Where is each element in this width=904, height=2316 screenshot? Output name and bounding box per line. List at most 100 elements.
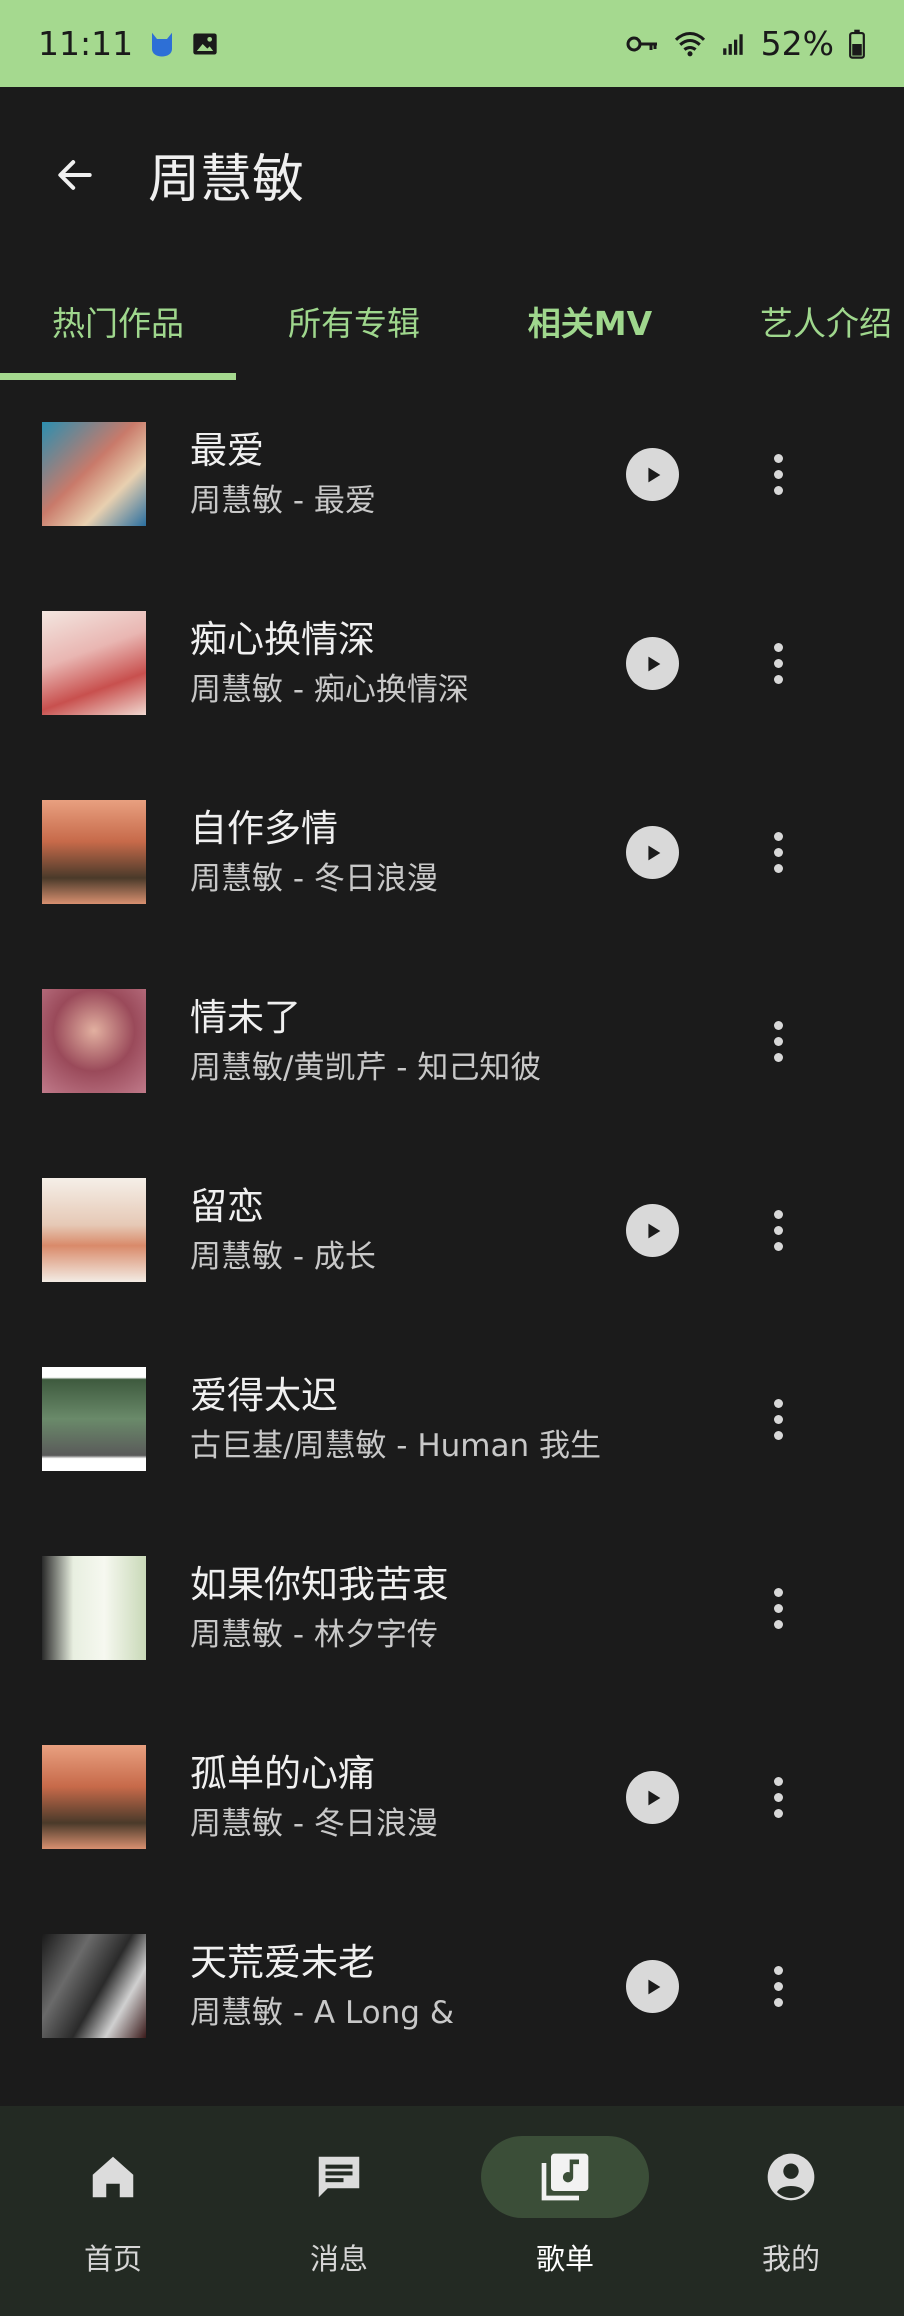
- nav-profile[interactable]: 我的: [678, 2106, 904, 2316]
- song-subtitle: 周慧敏 - 痴心换情深: [190, 672, 469, 708]
- play-button[interactable]: [626, 826, 679, 879]
- song-subtitle: 周慧敏 - 冬日浪漫: [190, 1806, 438, 1842]
- play-button[interactable]: [626, 1960, 679, 2013]
- song-title: 情未了: [190, 996, 301, 1039]
- song-title: 天荒爱未老: [190, 1941, 375, 1984]
- album-cover: [42, 422, 146, 526]
- tab-all-albums[interactable]: 所有专辑: [236, 262, 472, 380]
- song-texts: 孤单的心痛 周慧敏 - 冬日浪漫: [190, 1751, 660, 1845]
- nav-icon-container: [29, 2136, 197, 2218]
- arrow-left-icon: [58, 159, 92, 190]
- play-button[interactable]: [626, 637, 679, 690]
- tab-label: 热门作品: [52, 304, 184, 343]
- song-row[interactable]: 痴心换情深 周慧敏 - 痴心换情深: [0, 569, 904, 758]
- wifi-icon: [674, 31, 705, 56]
- album-cover: [42, 1178, 146, 1282]
- battery-percent: 52%: [760, 24, 834, 63]
- play-icon: [647, 467, 660, 482]
- song-row[interactable]: 如果你知我苦衷 周慧敏 - 林夕字传: [0, 1514, 904, 1703]
- song-row[interactable]: 自作多情 周慧敏 - 冬日浪漫: [0, 758, 904, 947]
- song-row[interactable]: 天荒爱未老 周慧敏 - A Long &: [0, 1892, 904, 2081]
- nav-label: 我的: [761, 2242, 820, 2276]
- song-list: 最爱 周慧敏 - 最爱 痴心换情深 周慧敏 - 痴心换情深 自作多情 周慧敏 -…: [0, 380, 904, 2081]
- tab-hot-works[interactable]: 热门作品: [0, 262, 236, 380]
- song-row[interactable]: 孤单的心痛 周慧敏 - 冬日浪漫: [0, 1703, 904, 1892]
- album-cover: [42, 611, 146, 715]
- nav-icon-container: [707, 2136, 875, 2218]
- tab-label: 艺人介绍: [760, 304, 892, 343]
- play-icon: [647, 656, 660, 671]
- more-options-icon[interactable]: [755, 637, 801, 690]
- more-options-icon[interactable]: [755, 448, 801, 501]
- tab-label: 所有专辑: [288, 304, 420, 343]
- image-icon: [193, 33, 217, 54]
- account-icon: [767, 2153, 815, 2201]
- tab-related-mv[interactable]: 相关MV: [472, 262, 708, 380]
- album-cover: [42, 1556, 146, 1660]
- nav-icon-container: [255, 2136, 423, 2218]
- status-right: 52%: [625, 24, 866, 63]
- nav-icon-container: [481, 2136, 649, 2218]
- song-subtitle: 周慧敏 - 成长: [190, 1239, 376, 1275]
- song-row[interactable]: 留恋 周慧敏 - 成长: [0, 1136, 904, 1325]
- more-options-icon[interactable]: [755, 1015, 801, 1068]
- song-title: 孤单的心痛: [190, 1752, 375, 1795]
- home-icon: [92, 2156, 134, 2198]
- nav-home[interactable]: 首页: [0, 2106, 226, 2316]
- song-subtitle: 周慧敏 - 冬日浪漫: [190, 861, 438, 897]
- nav-messages[interactable]: 消息: [226, 2106, 452, 2316]
- more-options-icon[interactable]: [755, 1582, 801, 1635]
- song-row[interactable]: 爱得太迟 古巨基/周慧敏 - Human 我生: [0, 1325, 904, 1514]
- song-title: 如果你知我苦衷: [190, 1563, 449, 1606]
- battery-icon: [849, 29, 865, 59]
- play-icon: [647, 1223, 660, 1238]
- song-subtitle: 周慧敏 - A Long &: [190, 1995, 454, 2031]
- signal-icon: [722, 33, 743, 55]
- song-texts: 留恋 周慧敏 - 成长: [190, 1184, 660, 1278]
- tab-label: 相关MV: [527, 304, 653, 343]
- song-texts: 自作多情 周慧敏 - 冬日浪漫: [190, 806, 660, 900]
- more-options-icon[interactable]: [755, 1393, 801, 1446]
- play-icon: [647, 1979, 660, 1994]
- music-library-icon: [541, 2153, 589, 2201]
- more-options-icon[interactable]: [755, 1771, 801, 1824]
- back-button[interactable]: [50, 150, 100, 200]
- play-button[interactable]: [626, 1204, 679, 1257]
- play-button[interactable]: [626, 448, 679, 501]
- nav-label: 首页: [83, 2242, 142, 2276]
- song-texts: 情未了 周慧敏/黄凯芹 - 知己知彼: [190, 995, 660, 1089]
- tab-artist-intro[interactable]: 艺人介绍: [708, 262, 904, 380]
- song-title: 自作多情: [190, 807, 338, 850]
- tab-bar: 热门作品 所有专辑 相关MV 艺人介绍: [0, 262, 904, 380]
- song-title: 留恋: [190, 1185, 264, 1228]
- song-row[interactable]: 最爱 周慧敏 - 最爱: [0, 380, 904, 569]
- status-bar: 11:11 52%: [0, 0, 904, 87]
- album-cover: [42, 1745, 146, 1849]
- play-icon: [647, 845, 660, 860]
- song-row[interactable]: 情未了 周慧敏/黄凯芹 - 知己知彼: [0, 947, 904, 1136]
- song-title: 爱得太迟: [190, 1374, 338, 1417]
- message-icon: [318, 2156, 360, 2198]
- nav-playlists[interactable]: 歌单: [452, 2106, 678, 2316]
- app-bar: 周慧敏: [0, 87, 904, 262]
- album-cover: [42, 989, 146, 1093]
- more-options-icon[interactable]: [755, 826, 801, 879]
- song-title: 最爱: [190, 429, 264, 472]
- more-options-icon[interactable]: [755, 1204, 801, 1257]
- song-texts: 痴心换情深 周慧敏 - 痴心换情深: [190, 617, 660, 711]
- play-icon: [647, 1790, 660, 1805]
- song-subtitle: 周慧敏/黄凯芹 - 知己知彼: [190, 1050, 542, 1086]
- more-options-icon[interactable]: [755, 1960, 801, 2013]
- song-texts: 如果你知我苦衷 周慧敏 - 林夕字传: [190, 1562, 660, 1656]
- album-cover: [42, 1367, 146, 1471]
- song-subtitle: 周慧敏 - 林夕字传: [190, 1617, 438, 1653]
- play-button[interactable]: [626, 1771, 679, 1824]
- nav-label: 消息: [309, 2242, 368, 2276]
- cat-icon: [152, 32, 173, 56]
- song-texts: 天荒爱未老 周慧敏 - A Long &: [190, 1940, 660, 2034]
- bottom-navigation: 首页 消息 歌单 我的: [0, 2106, 904, 2316]
- page-title: 周慧敏: [148, 150, 305, 210]
- key-icon: [626, 36, 657, 51]
- album-cover: [42, 800, 146, 904]
- nav-label: 歌单: [535, 2242, 594, 2276]
